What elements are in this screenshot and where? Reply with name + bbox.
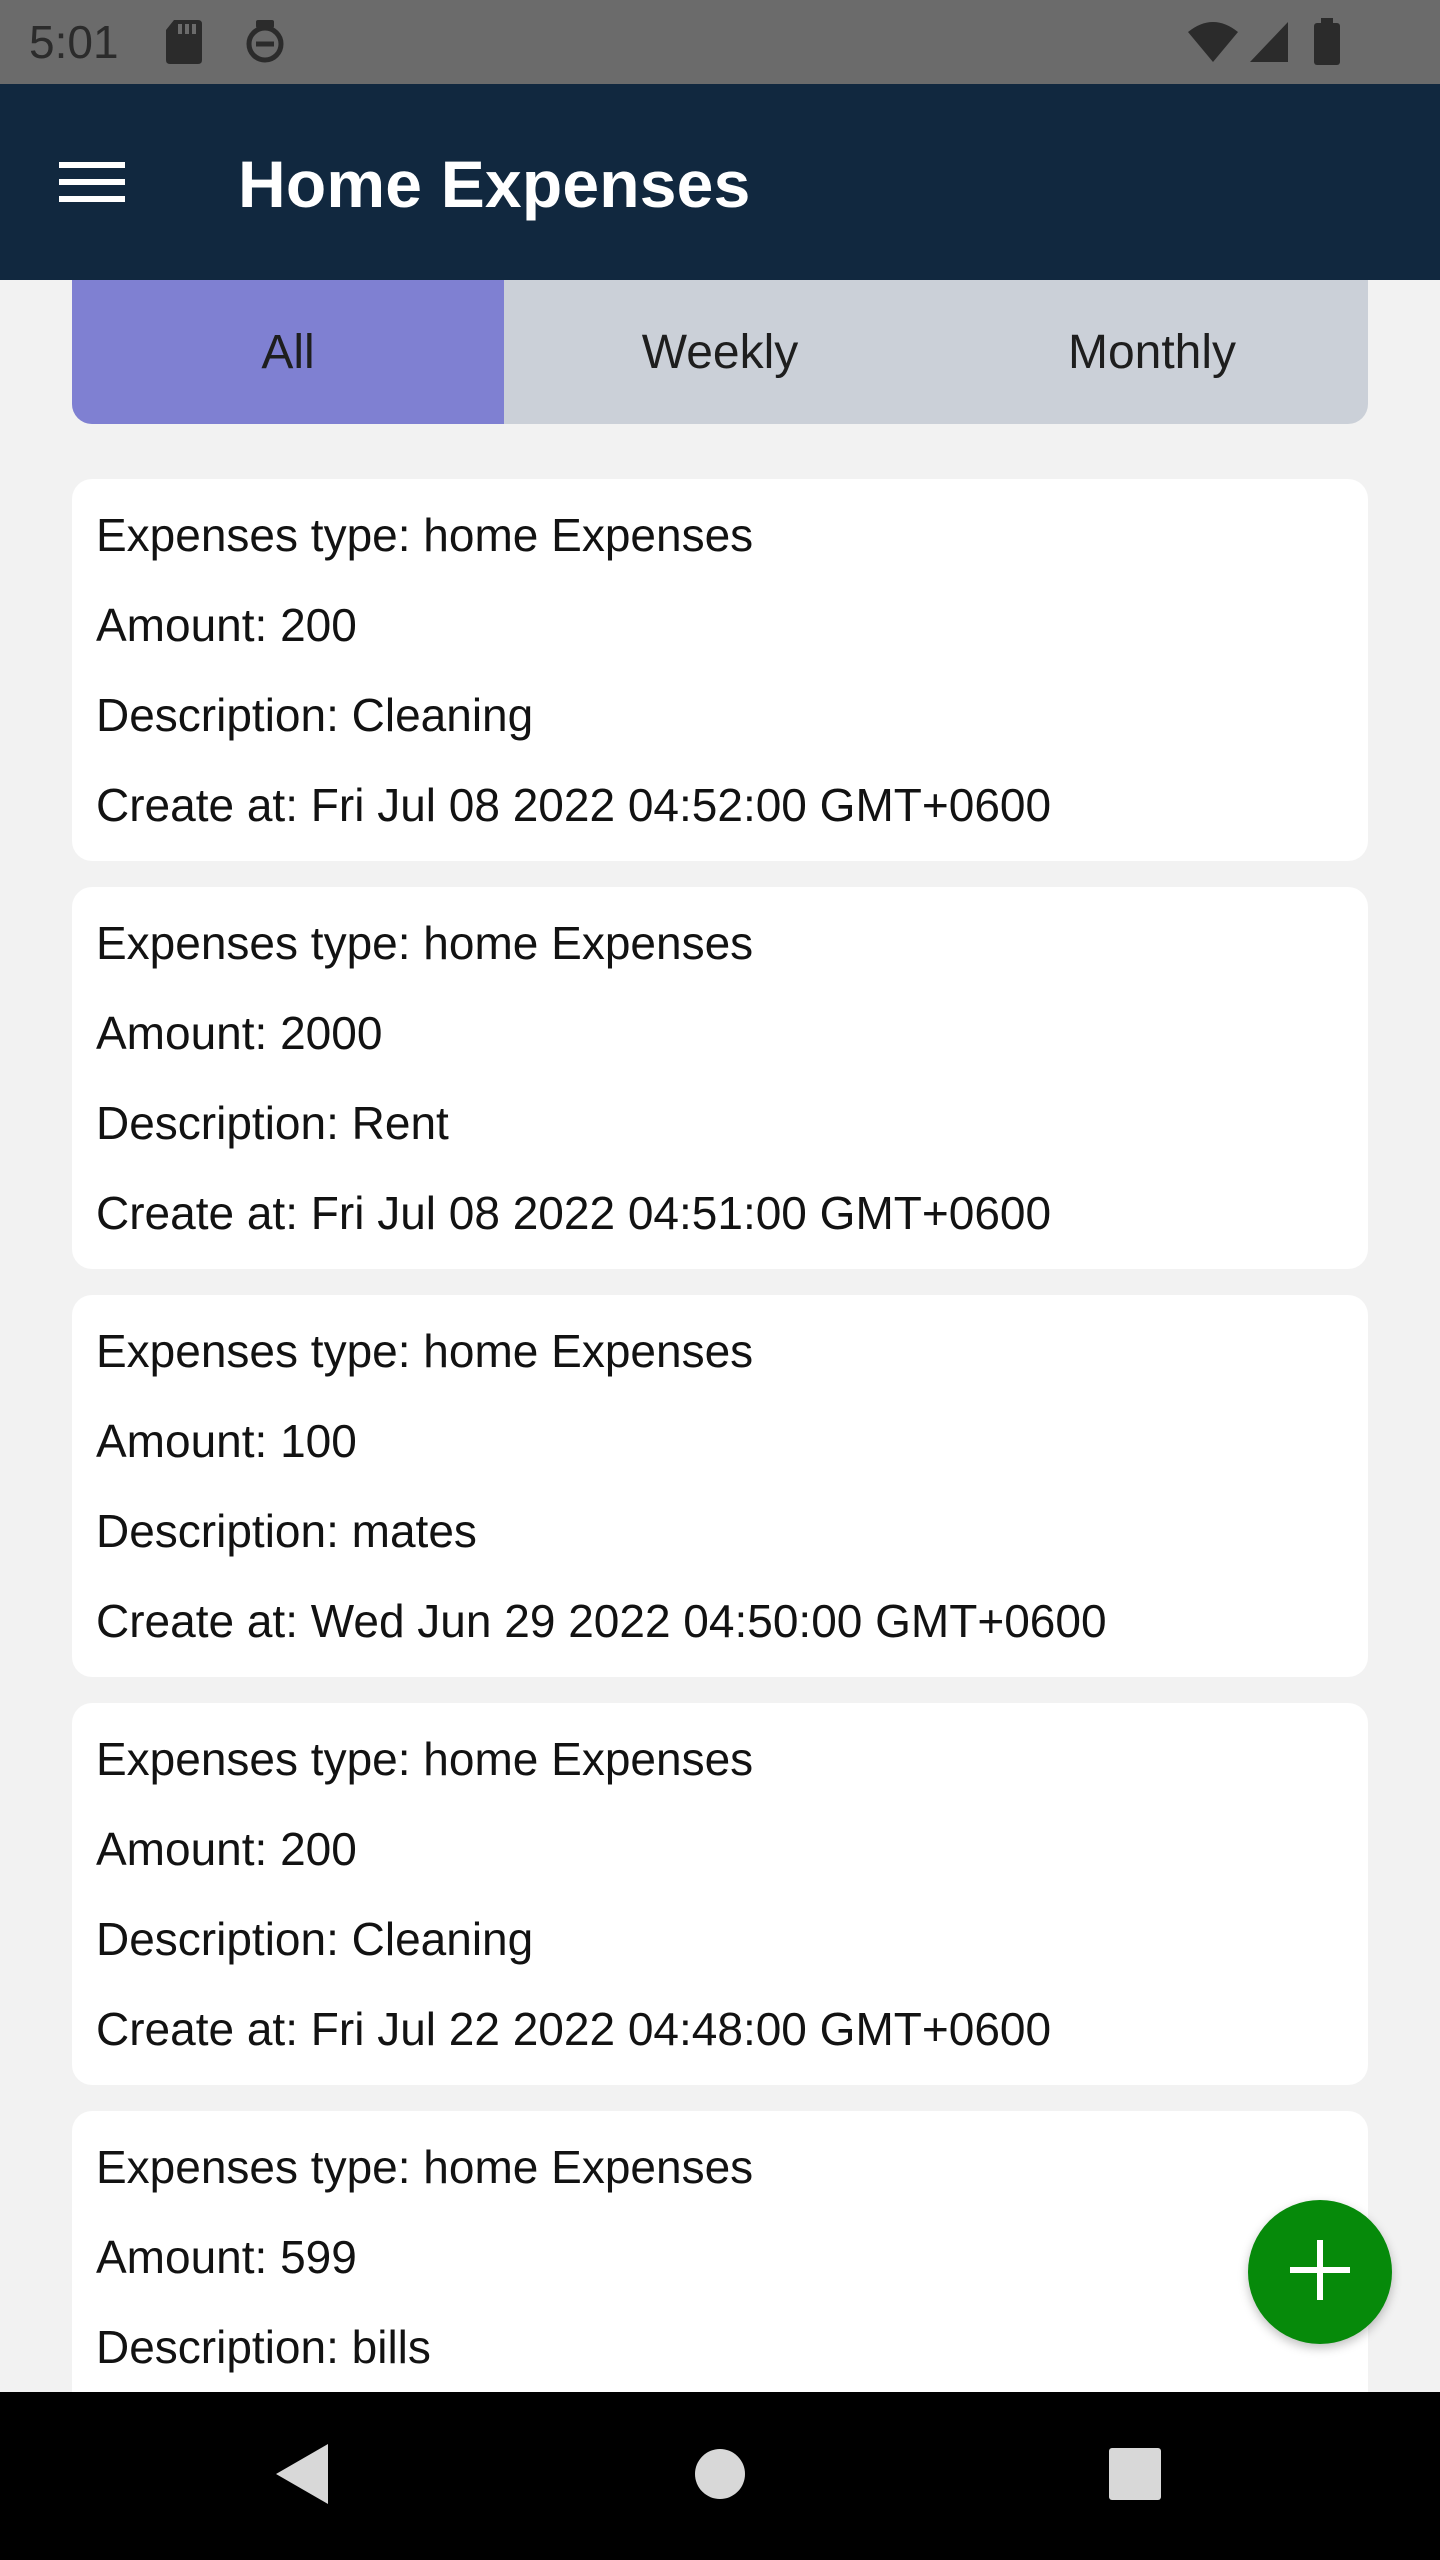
filter-tabs: All Weekly Monthly [72, 280, 1368, 424]
tab-monthly[interactable]: Monthly [936, 280, 1368, 424]
expense-type: Expenses type: home Expenses [96, 1733, 754, 1785]
wifi-icon [1186, 18, 1240, 66]
expense-card[interactable]: Expenses type: home Expenses Amount: 100… [72, 1295, 1368, 1677]
page-title: Home Expenses [238, 147, 751, 221]
expense-created: Create at: Fri Jul 22 2022 04:48:00 GMT+… [96, 2003, 1052, 2055]
expense-amount: Amount: 200 [96, 1823, 357, 1875]
expense-type: Expenses type: home Expenses [96, 1325, 754, 1377]
menu-button[interactable] [42, 134, 142, 234]
app-bar: Home Expenses [0, 84, 1440, 280]
expense-card[interactable]: Expenses type: home Expenses Amount: 200… [72, 1703, 1368, 2085]
expense-description: Description: mates [96, 1505, 477, 1557]
expense-card[interactable]: Expenses type: home Expenses Amount: 200… [72, 479, 1368, 861]
hamburger-menu-icon [59, 158, 125, 211]
signal-icon [1248, 18, 1290, 66]
expense-amount: Amount: 599 [96, 2231, 357, 2283]
expense-created: Create at: Fri Jul 08 2022 04:52:00 GMT+… [96, 779, 1052, 831]
status-time: 5:01 [29, 16, 119, 68]
back-button[interactable] [252, 2426, 352, 2526]
expense-amount: Amount: 200 [96, 599, 357, 651]
expense-description: Description: Cleaning [96, 1913, 534, 1965]
system-nav-bar [0, 2392, 1440, 2560]
expense-amount: Amount: 100 [96, 1415, 357, 1467]
tab-all[interactable]: All [72, 280, 504, 424]
recents-icon [1108, 2447, 1162, 2506]
battery-icon [1312, 18, 1342, 66]
expense-created: Create at: Wed Jun 29 2022 04:50:00 GMT+… [96, 1595, 1107, 1647]
expense-description: Description: Cleaning [96, 689, 534, 741]
home-button[interactable] [670, 2426, 770, 2526]
status-bar: 5:01 [0, 0, 1440, 84]
sd-card-icon [164, 18, 204, 66]
expense-list: Expenses type: home Expenses Amount: 200… [72, 479, 1368, 2519]
back-icon [272, 2442, 332, 2511]
shield-icon [244, 18, 286, 66]
home-icon [693, 2447, 747, 2506]
expense-description: Description: bills [96, 2321, 431, 2373]
recents-button[interactable] [1085, 2426, 1185, 2526]
expense-type: Expenses type: home Expenses [96, 917, 754, 969]
expense-card[interactable]: Expenses type: home Expenses Amount: 200… [72, 887, 1368, 1269]
expense-amount: Amount: 2000 [96, 1007, 383, 1059]
plus-icon [1288, 2238, 1352, 2307]
expense-description: Description: Rent [96, 1097, 449, 1149]
add-expense-button[interactable] [1248, 2200, 1392, 2344]
tab-weekly[interactable]: Weekly [504, 280, 936, 424]
expense-created: Create at: Fri Jul 08 2022 04:51:00 GMT+… [96, 1187, 1052, 1239]
expense-type: Expenses type: home Expenses [96, 509, 754, 561]
expense-type: Expenses type: home Expenses [96, 2141, 754, 2193]
